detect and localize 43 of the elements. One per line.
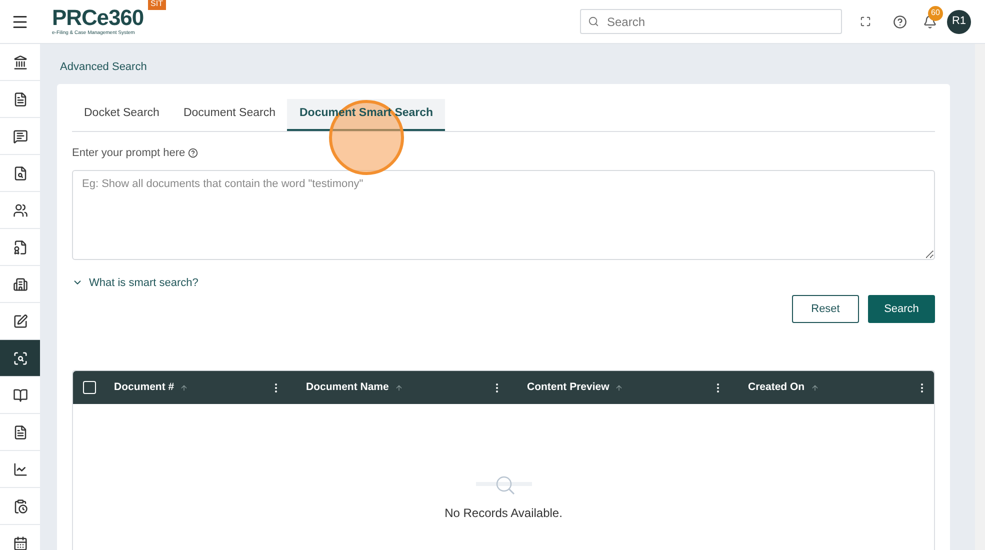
column-header[interactable]: Content Preview	[527, 380, 610, 396]
help-icon[interactable]	[188, 148, 198, 158]
landmark-icon	[12, 54, 28, 70]
document-icon	[12, 424, 28, 440]
text-box-icon	[12, 314, 28, 328]
file-search-icon	[12, 166, 28, 180]
calendar-icon	[12, 536, 28, 550]
search-button[interactable]: Search	[868, 295, 935, 323]
clipboard-clock-icon	[12, 498, 28, 514]
message-icon	[12, 128, 28, 144]
sort-icon[interactable]	[615, 384, 624, 392]
search-icon	[588, 16, 599, 27]
notification-count: 60	[928, 6, 943, 20]
tab[interactable]: Document Search	[171, 99, 288, 131]
smart-search-toggle[interactable]: What is smart search?	[72, 274, 198, 291]
prompt-label: Enter your prompt here	[72, 146, 186, 161]
column-header[interactable]: Document Name	[306, 380, 389, 396]
chart-icon	[12, 462, 28, 476]
notification-icon[interactable]	[923, 14, 937, 28]
empty-message: No Records Available.	[444, 505, 562, 522]
fullscreen-icon[interactable]	[860, 16, 871, 27]
tab[interactable]: Docket Search	[72, 99, 172, 131]
column-header[interactable]: Created On	[748, 380, 805, 396]
users-icon	[12, 202, 28, 218]
sort-icon[interactable]	[810, 384, 819, 392]
prompt-field[interactable]: Eg: Show all documents that contain the word "testimony"	[72, 170, 935, 260]
column-header[interactable]: Document #	[114, 380, 174, 396]
select-all-checkbox[interactable]	[83, 381, 96, 394]
building-icon	[12, 276, 28, 292]
breadcrumb[interactable]: Advanced Search	[60, 60, 950, 74]
search-field[interactable]: Search	[580, 9, 842, 34]
sort-icon[interactable]	[394, 384, 403, 392]
sidebar-item[interactable]	[0, 340, 40, 377]
environment-badge: SIT	[148, 0, 166, 10]
book-icon	[12, 388, 28, 402]
sort-icon[interactable]	[180, 384, 188, 392]
reset-button[interactable]: Reset	[792, 295, 859, 323]
document-icon	[12, 92, 28, 106]
file-icon	[12, 240, 28, 254]
help-icon[interactable]	[893, 14, 907, 28]
scan-search-icon	[12, 350, 28, 366]
user-avatar[interactable]: R1	[947, 10, 971, 34]
logo: PRCe360	[52, 6, 144, 30]
